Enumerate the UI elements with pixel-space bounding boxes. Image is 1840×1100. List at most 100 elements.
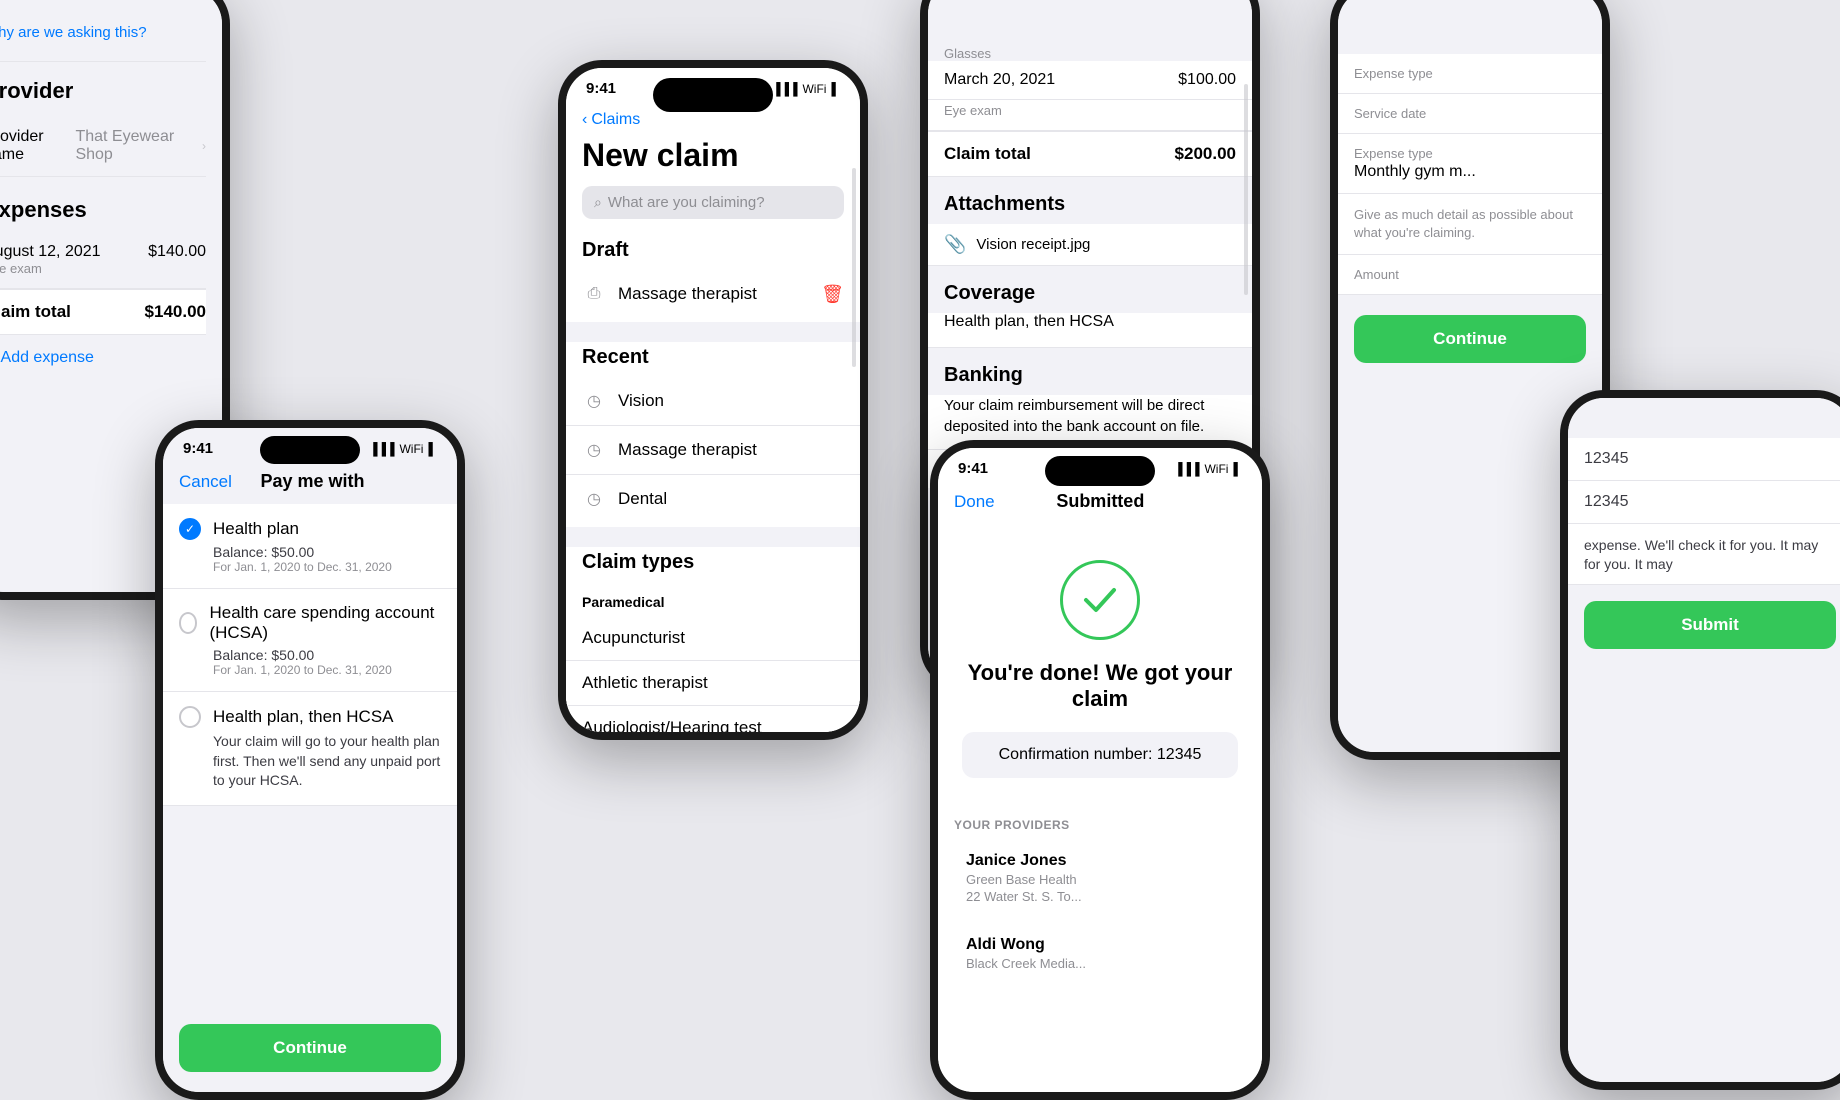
claim-total-row-rt: Claim total $200.00 <box>928 131 1252 177</box>
status-icons: ▐▐▐ WiFi ▌ <box>772 82 840 96</box>
provider-1[interactable]: Janice Jones Green Base Health 22 Water … <box>954 840 1246 916</box>
expense-row[interactable]: August 12, 2021 Eye exam $140.00 <box>0 231 206 289</box>
search-icon: ⌕ <box>594 194 602 211</box>
pay-title: Pay me with <box>260 471 364 492</box>
provider-name-label: Provider name <box>0 128 75 164</box>
expense-type-field-2[interactable]: Expense type Monthly gym m... <box>1338 134 1602 194</box>
expense-row-rt[interactable]: March 20, 2021 $100.00 <box>928 61 1252 100</box>
health-plan-balance: Balance: $50.00 <box>179 544 441 560</box>
cancel-button[interactable]: Cancel <box>179 472 232 492</box>
frb-num-1: 12345 <box>1568 438 1840 481</box>
frb-num-2: 12345 <box>1568 481 1840 524</box>
recent-item-massage[interactable]: ◷ Massage therapist <box>566 426 860 475</box>
time: 9:41 <box>586 80 616 97</box>
hp-hcsa-option[interactable]: Health plan, then HCSA Your claim will g… <box>163 692 457 806</box>
claim-types-list: Paramedical Acupuncturist Athletic thera… <box>566 582 860 732</box>
service-date-field[interactable]: Service date <box>1338 94 1602 134</box>
hp-hcsa-desc: Your claim will go to your health plan f… <box>179 732 441 791</box>
expense-type-field[interactable]: Expense type <box>1338 54 1602 94</box>
top-spacer-rt <box>928 0 1252 38</box>
attachment-row[interactable]: 📎 Vision receipt.jpg <box>928 224 1252 266</box>
chevron-right-icon: › <box>202 139 206 153</box>
provider-2-sub: Black Creek Media... <box>966 956 1234 971</box>
amount-label-fr: Amount <box>1354 267 1586 282</box>
draft-item[interactable]: ⎙ Massage therapist 🗑 <box>566 270 860 318</box>
scrollbar[interactable] <box>852 168 856 367</box>
clock-icon-1: ◷ <box>582 389 606 413</box>
pay-header: Cancel Pay me with <box>163 463 457 504</box>
success-circle <box>1060 560 1140 640</box>
recent-vision-label: Vision <box>618 391 844 411</box>
provider-name-row[interactable]: Provider name That Eyewear Shop › <box>0 116 206 177</box>
fr-green-btn[interactable]: Continue <box>1354 315 1586 363</box>
claim-total-value-rt: $200.00 <box>1175 144 1236 164</box>
battery-icon-lb: ▌ <box>428 442 437 456</box>
draft-section-header: Draft <box>566 235 860 270</box>
athletic-therapist-item[interactable]: Athletic therapist <box>566 661 860 706</box>
continue-btn[interactable]: Continue <box>179 1024 441 1072</box>
done-button[interactable]: Done <box>954 492 995 512</box>
dynamic-island <box>653 78 773 112</box>
payment-options: ✓ Health plan Balance: $50.00 For Jan. 1… <box>163 504 457 806</box>
frb-btn-area: Submit <box>1568 585 1840 665</box>
frb-green-btn[interactable]: Submit <box>1584 601 1836 649</box>
providers-section: YOUR PROVIDERS Janice Jones Green Base H… <box>938 802 1262 1007</box>
provider-title: Provider <box>0 78 206 104</box>
claim-total-label: Claim total <box>0 302 71 322</box>
banking-title: Banking <box>928 348 1252 395</box>
document-icon: ⎙ <box>582 282 606 306</box>
hcsa-label: Health care spending account (HCSA) <box>209 603 441 643</box>
back-label: Claims <box>591 111 640 129</box>
provider-2-name: Aldi Wong <box>966 936 1234 954</box>
acupuncturist-item[interactable]: Acupuncturist <box>566 616 860 661</box>
frb-number-2: 12345 <box>1584 493 1836 511</box>
radio-hcsa <box>179 612 197 634</box>
expense-type: Eye exam <box>0 261 101 276</box>
provider-1-sub: Green Base Health <box>966 872 1234 887</box>
athletic-therapist-label: Athletic therapist <box>582 673 844 693</box>
checkmark-icon: ✓ <box>185 522 195 536</box>
trash-icon[interactable]: 🗑 <box>821 284 844 305</box>
recent-item-vision[interactable]: ◷ Vision <box>566 377 860 426</box>
left-top-content: Why are we asking this? Provider Provide… <box>0 8 222 396</box>
fr-top-spacer <box>1338 38 1602 54</box>
give-detail-field[interactable]: Give as much detail as possible about wh… <box>1338 194 1602 255</box>
expense-type-label-fr: Expense type <box>1354 66 1586 81</box>
banking-desc-text: Your claim reimbursement will be direct … <box>944 397 1204 435</box>
checkmark-svg <box>1078 578 1122 622</box>
providers-label: YOUR PROVIDERS <box>954 818 1246 832</box>
signal-icon-rb: ▐▐▐ <box>1174 462 1200 476</box>
attachment-filename: Vision receipt.jpg <box>976 236 1090 253</box>
expense-type-label-fr-2: Expense type <box>1354 146 1586 161</box>
top-spacer <box>0 0 222 8</box>
paperclip-icon: 📎 <box>944 234 966 255</box>
draft-list: ⎙ Massage therapist 🗑 <box>566 270 860 318</box>
hcsa-option[interactable]: Health care spending account (HCSA) Bala… <box>163 589 457 692</box>
why-asking-link[interactable]: Why are we asking this? <box>0 24 206 41</box>
search-bar[interactable]: ⌕ What are you claiming? <box>582 186 844 219</box>
recent-section-header: Recent <box>566 342 860 377</box>
attachments-title: Attachments <box>928 177 1252 224</box>
acupuncturist-label: Acupuncturist <box>582 628 844 648</box>
audiologist-item[interactable]: Audiologist/Hearing test <box>566 706 860 732</box>
radio-selected: ✓ <box>179 518 201 540</box>
hcsa-balance: Balance: $50.00 <box>179 647 441 663</box>
provider-2[interactable]: Aldi Wong Black Creek Media... <box>954 924 1246 983</box>
scrollbar-rt[interactable] <box>1244 84 1248 295</box>
hcsa-date: For Jan. 1, 2020 to Dec. 31, 2020 <box>179 663 441 677</box>
provider-name-value: That Eyewear Shop › <box>75 128 206 164</box>
health-plan-header: ✓ Health plan <box>179 518 441 540</box>
add-expense-btn[interactable]: + Add expense <box>0 335 206 380</box>
recent-item-dental[interactable]: ◷ Dental <box>566 475 860 523</box>
amount-field[interactable]: Amount <box>1338 255 1602 295</box>
claim-total-label-rt: Claim total <box>944 144 1031 164</box>
recent-list: ◷ Vision ◷ Massage therapist ◷ Dental <box>566 377 860 523</box>
expense-date: August 12, 2021 <box>0 243 101 261</box>
health-plan-option[interactable]: ✓ Health plan Balance: $50.00 For Jan. 1… <box>163 504 457 589</box>
dynamic-island-lb <box>260 436 360 464</box>
give-detail-text: Give as much detail as possible about wh… <box>1354 206 1586 242</box>
divider <box>0 61 206 62</box>
signal-icon: ▐▐▐ <box>772 82 798 96</box>
submitted-title: Submitted <box>1056 491 1144 512</box>
wifi-icon: WiFi <box>802 82 826 96</box>
